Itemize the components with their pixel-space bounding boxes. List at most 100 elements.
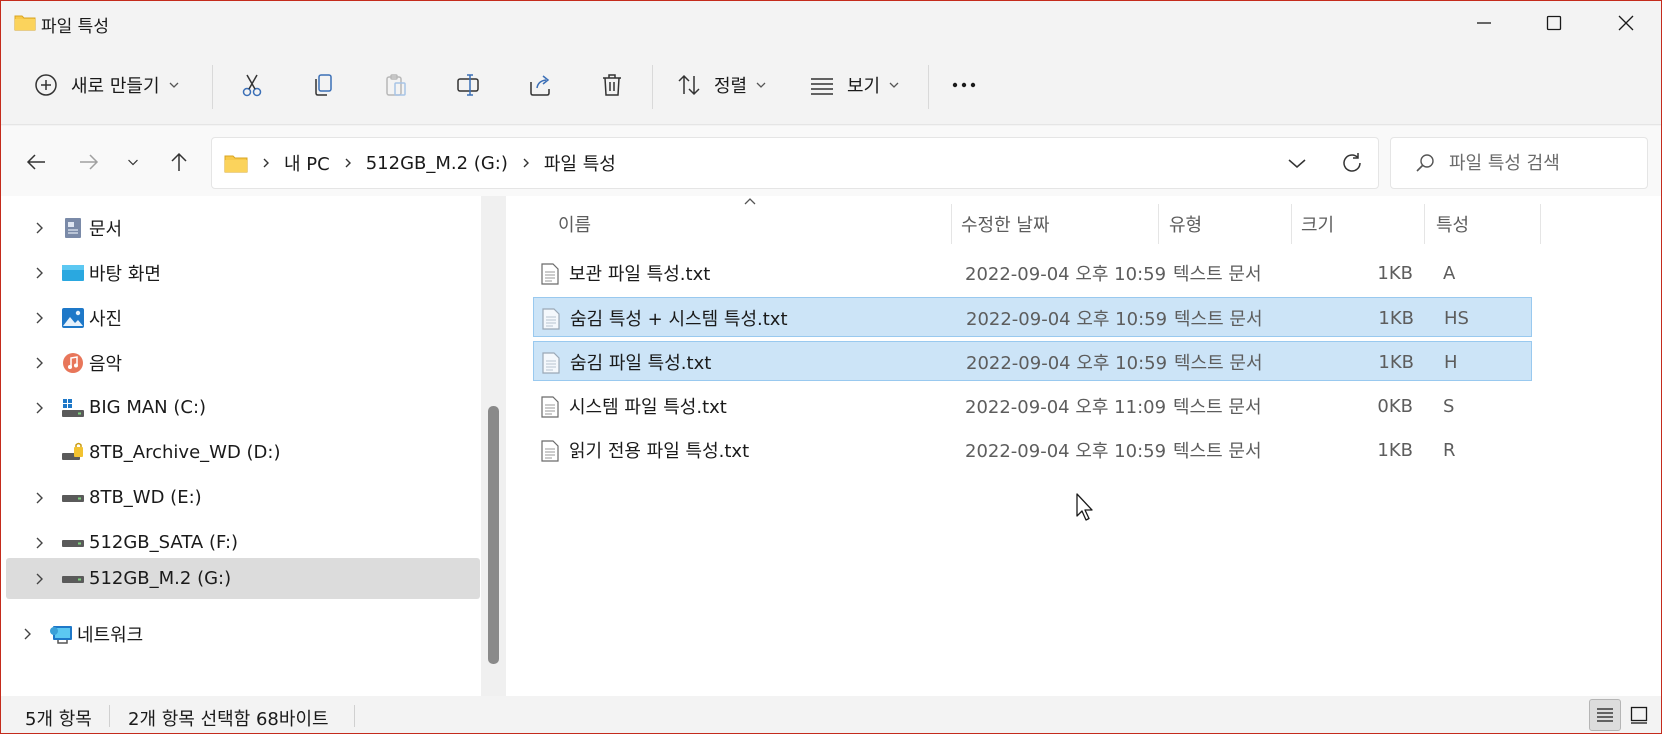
rename-button[interactable] bbox=[455, 63, 481, 107]
nav-item-drive-e[interactable]: 8TB_WD (E:) bbox=[6, 477, 480, 518]
chevron-right-icon[interactable] bbox=[32, 401, 46, 415]
nav-label: 512GB_M.2 (G:) bbox=[89, 568, 232, 589]
column-divider[interactable] bbox=[1291, 204, 1292, 244]
cut-button[interactable] bbox=[239, 63, 265, 107]
column-header-date[interactable]: 수정한 날짜 bbox=[961, 204, 1050, 244]
file-name: 숨김 특성 + 시스템 특성.txt bbox=[570, 309, 788, 330]
view-button[interactable]: 보기 bbox=[809, 63, 900, 107]
nav-item-network[interactable]: 네트워크 bbox=[1, 613, 468, 654]
sort-ascending-icon bbox=[744, 198, 756, 205]
nav-item-desktop[interactable]: 바탕 화면 bbox=[6, 252, 480, 293]
file-row[interactable]: 숨김 파일 특성.txt 2022-09-04 오후 10:59 텍스트 문서 … bbox=[533, 341, 1532, 381]
chevron-right-icon[interactable] bbox=[32, 491, 46, 505]
chevron-right-icon[interactable] bbox=[32, 356, 46, 370]
recent-locations-button[interactable] bbox=[115, 144, 151, 180]
breadcrumb-drive[interactable]: 512GB_M.2 (G:) bbox=[366, 153, 508, 174]
column-header-type[interactable]: 유형 bbox=[1169, 204, 1202, 244]
column-divider[interactable] bbox=[1158, 204, 1159, 244]
column-header-attributes[interactable]: 특성 bbox=[1436, 204, 1469, 244]
system-drive-icon bbox=[62, 398, 84, 417]
nav-label: 바탕 화면 bbox=[89, 263, 161, 285]
back-button[interactable] bbox=[18, 144, 54, 180]
nav-label: 512GB_SATA (F:) bbox=[89, 532, 239, 553]
tiles-view-icon bbox=[1630, 706, 1648, 724]
nav-item-drive-g[interactable]: 512GB_M.2 (G:) bbox=[6, 558, 480, 599]
add-icon bbox=[35, 74, 57, 96]
search-input[interactable] bbox=[1449, 152, 1639, 174]
address-bar[interactable]: 내 PC 512GB_M.2 (G:) 파일 특성 bbox=[211, 137, 1379, 189]
file-type: 텍스트 문서 bbox=[1173, 397, 1262, 418]
new-button[interactable]: 새로 만들기 bbox=[33, 63, 180, 107]
chevron-right-icon[interactable] bbox=[32, 311, 46, 325]
chevron-down-icon bbox=[169, 82, 178, 88]
scrollbar-thumb[interactable] bbox=[488, 406, 499, 664]
details-view-button[interactable] bbox=[1589, 699, 1621, 731]
mouse-cursor-icon bbox=[1076, 493, 1093, 521]
more-options-button[interactable] bbox=[951, 63, 977, 107]
toolbar-divider bbox=[212, 65, 213, 109]
refresh-icon[interactable] bbox=[1340, 151, 1364, 175]
copy-button[interactable] bbox=[311, 63, 337, 107]
column-header-size[interactable]: 크기 bbox=[1301, 204, 1334, 244]
delete-button[interactable] bbox=[599, 63, 625, 107]
file-row[interactable]: 읽기 전용 파일 특성.txt 2022-09-04 오후 10:59 텍스트 … bbox=[533, 430, 1532, 470]
chevron-down-icon bbox=[756, 82, 766, 88]
breadcrumb-folder[interactable]: 파일 특성 bbox=[544, 150, 616, 176]
chevron-right-icon[interactable] bbox=[32, 572, 46, 586]
file-list: 이름 수정한 날짜 유형 크기 특성 보관 파일 특성.txt 2022-09-… bbox=[506, 196, 1661, 696]
drive-icon bbox=[62, 494, 84, 502]
paste-icon bbox=[386, 74, 406, 96]
file-type: 텍스트 문서 bbox=[1174, 353, 1263, 374]
close-button[interactable] bbox=[1591, 1, 1661, 45]
column-header-name[interactable]: 이름 bbox=[558, 204, 591, 244]
folder-icon bbox=[14, 15, 36, 31]
file-type: 텍스트 문서 bbox=[1174, 309, 1263, 330]
nav-scrollbar[interactable] bbox=[481, 196, 506, 696]
minimize-button[interactable] bbox=[1449, 1, 1519, 45]
file-name: 숨김 파일 특성.txt bbox=[570, 353, 712, 374]
toolbar-divider bbox=[928, 65, 929, 109]
file-size: 1KB bbox=[1378, 351, 1414, 373]
file-row[interactable]: 시스템 파일 특성.txt 2022-09-04 오후 11:09 텍스트 문서… bbox=[533, 386, 1532, 426]
share-button[interactable] bbox=[527, 63, 553, 107]
file-attributes: A bbox=[1443, 262, 1456, 284]
column-divider[interactable] bbox=[1424, 204, 1425, 244]
list-view-icon bbox=[811, 78, 833, 95]
locked-drive-icon bbox=[62, 442, 83, 460]
details-view-icon bbox=[1597, 708, 1613, 722]
nav-item-drive-c[interactable]: BIG MAN (C:) bbox=[6, 387, 480, 428]
nav-item-documents[interactable]: 문서 bbox=[6, 207, 480, 248]
chevron-right-icon bbox=[345, 158, 351, 168]
chevron-down-icon bbox=[128, 159, 138, 166]
nav-item-pictures[interactable]: 사진 bbox=[6, 297, 480, 338]
arrow-up-icon bbox=[171, 152, 187, 171]
column-divider[interactable] bbox=[951, 204, 952, 244]
chevron-right-icon[interactable] bbox=[32, 266, 46, 280]
forward-button[interactable] bbox=[71, 144, 107, 180]
window-title: 파일 특성 bbox=[41, 17, 109, 37]
file-row[interactable]: 숨김 특성 + 시스템 특성.txt 2022-09-04 오후 10:59 텍… bbox=[533, 297, 1532, 337]
scissors-icon bbox=[242, 74, 262, 97]
drive-icon bbox=[62, 539, 84, 547]
up-button[interactable] bbox=[161, 144, 197, 180]
copy-icon bbox=[315, 74, 332, 96]
nav-label: 문서 bbox=[89, 218, 123, 240]
chevron-down-icon[interactable] bbox=[1286, 152, 1308, 174]
chevron-right-icon[interactable] bbox=[32, 221, 46, 235]
breadcrumb-this-pc[interactable]: 내 PC bbox=[284, 150, 330, 176]
search-box[interactable] bbox=[1390, 137, 1648, 189]
nav-item-drive-d[interactable]: 8TB_Archive_WD (D:) bbox=[6, 432, 480, 473]
file-row[interactable]: 보관 파일 특성.txt 2022-09-04 오후 10:59 텍스트 문서 … bbox=[533, 253, 1532, 293]
nav-item-music[interactable]: 음악 bbox=[6, 342, 480, 383]
sort-button[interactable]: 정렬 bbox=[676, 63, 767, 107]
file-date: 2022-09-04 오후 10:59 bbox=[965, 441, 1167, 462]
paste-button[interactable] bbox=[383, 63, 409, 107]
chevron-right-icon[interactable] bbox=[20, 627, 34, 641]
nav-item-drive-f[interactable]: 512GB_SATA (F:) bbox=[6, 522, 480, 563]
file-date: 2022-09-04 오후 10:59 bbox=[966, 309, 1168, 330]
tiles-view-button[interactable] bbox=[1623, 699, 1655, 731]
maximize-button[interactable] bbox=[1519, 1, 1589, 45]
chevron-right-icon[interactable] bbox=[32, 536, 46, 550]
nav-label: 네트워크 bbox=[77, 624, 144, 646]
column-divider[interactable] bbox=[1540, 204, 1541, 244]
